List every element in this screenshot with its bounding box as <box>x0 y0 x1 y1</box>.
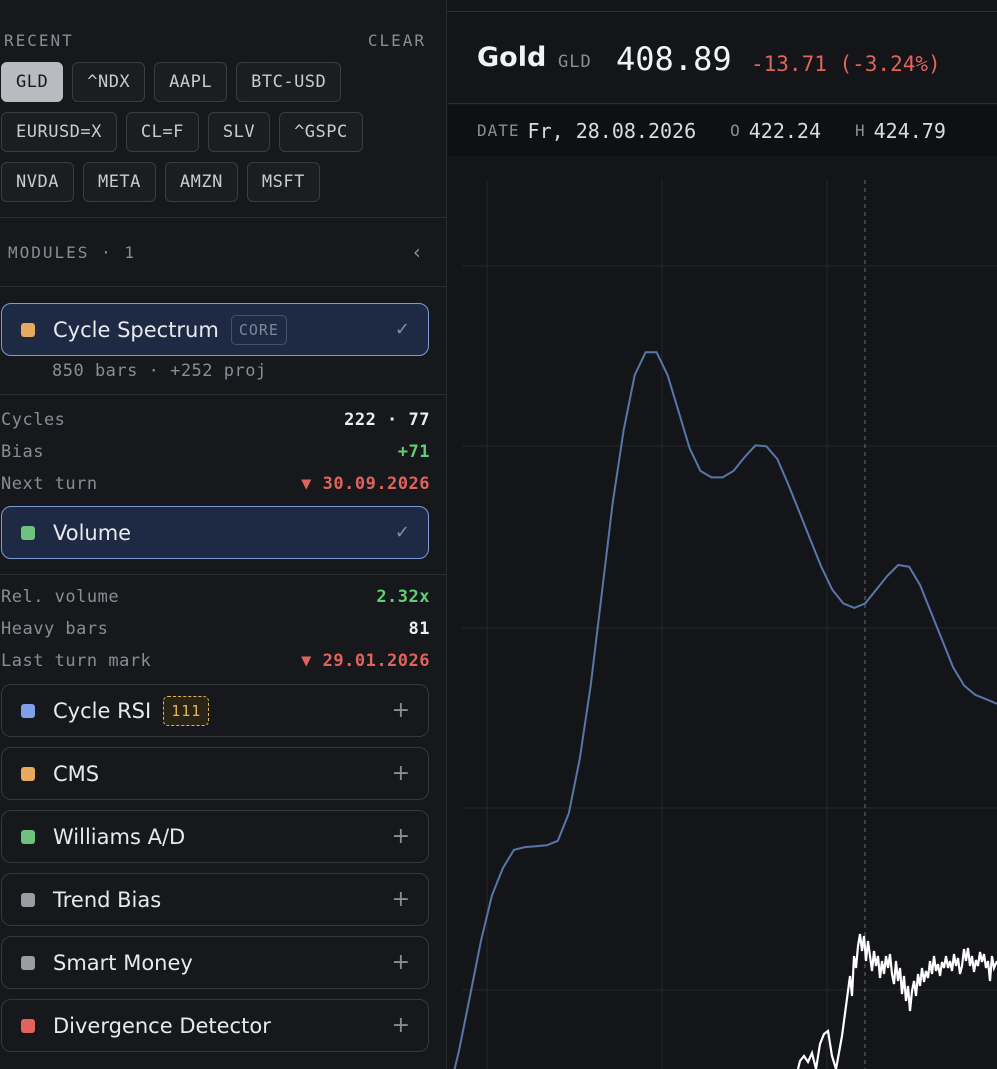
stat-label: Last turn mark <box>1 651 152 671</box>
recent-symbols: GLD ^NDX AAPL BTC-USD EURUSD=X CL=F SLV ^GSPC NV… <box>1 62 441 212</box>
stat-value: 2.32x <box>376 587 430 607</box>
price-chart[interactable] <box>448 156 997 1069</box>
color-swatch <box>21 525 35 540</box>
symbol-chip-slv[interactable]: SLV <box>207 112 271 152</box>
stat-value: 81 <box>408 619 430 639</box>
symbol-chip-btcusd[interactable]: BTC-USD <box>236 62 342 102</box>
add-icon[interactable]: + <box>392 887 410 912</box>
stat-value: ▼ 30.09.2026 <box>301 474 430 494</box>
symbol-chip-aapl[interactable]: AAPL <box>154 62 228 102</box>
chip-row: NVDA META AMZN MSFT <box>1 162 441 202</box>
symbol-chip-nvda[interactable]: NVDA <box>1 162 74 202</box>
count-badge: 111 <box>163 695 210 726</box>
color-swatch <box>21 766 35 781</box>
module-cycle-rsi[interactable]: Cycle RSI 111 + <box>1 684 429 737</box>
price-line <box>796 933 997 1069</box>
color-swatch <box>21 829 35 844</box>
symbol-chip-ndx[interactable]: ^NDX <box>72 62 146 102</box>
recent-header: RECENT CLEAR <box>4 30 426 50</box>
stat-row: Heavy bars 81 <box>1 617 430 641</box>
stat-row: Last turn mark ▼ 29.01.2026 <box>1 649 430 673</box>
stat-value: ▼ 29.01.2026 <box>301 651 430 671</box>
add-icon[interactable]: + <box>392 824 410 849</box>
high-label: H <box>855 121 866 140</box>
symbol-chip-clf[interactable]: CL=F <box>125 112 199 152</box>
divider <box>0 217 446 218</box>
recent-title: RECENT <box>4 30 74 50</box>
module-cycle-spectrum[interactable]: Cycle Spectrum CORE ✓ <box>1 303 429 356</box>
stat-label: Cycles <box>1 410 66 430</box>
color-swatch <box>21 955 35 970</box>
ohlc-bar: DATE Fr, 28.08.2026 O 422.24 H 424.79 <box>448 105 997 156</box>
module-name: Trend Bias <box>53 887 162 912</box>
chevron-left-icon[interactable]: ‹ <box>411 240 423 264</box>
divider <box>0 394 446 395</box>
module-name: Cycle Spectrum <box>53 317 219 342</box>
stat-row: Rel. volume 2.32x <box>1 585 430 609</box>
chip-row: GLD ^NDX AAPL BTC-USD <box>1 62 441 102</box>
chart-grid <box>462 180 997 1069</box>
check-icon[interactable]: ✓ <box>395 522 410 543</box>
module-cms[interactable]: CMS + <box>1 747 429 800</box>
instrument-price: 408.89 <box>616 40 732 78</box>
module-williams-a-d[interactable]: Williams A/D + <box>1 810 429 863</box>
open-value: 422.24 <box>748 118 821 143</box>
stat-label: Heavy bars <box>1 619 109 639</box>
module-divergence-detector[interactable]: Divergence Detector + <box>1 999 429 1052</box>
color-swatch <box>21 892 35 907</box>
add-icon[interactable]: + <box>392 1013 410 1038</box>
core-badge: CORE <box>230 314 287 345</box>
cycle-spectrum-line <box>453 351 997 1069</box>
symbol-chip-amzn[interactable]: AMZN <box>164 162 238 202</box>
module-volume[interactable]: Volume ✓ <box>1 506 429 559</box>
stat-row: Next turn ▼ 30.09.2026 <box>1 472 430 496</box>
date-value: Fr, 28.08.2026 <box>527 118 697 143</box>
instrument-symbol: GLD <box>558 52 592 72</box>
color-swatch <box>21 1018 35 1033</box>
check-icon[interactable]: ✓ <box>395 319 410 340</box>
clear-recent-button[interactable]: CLEAR <box>368 31 426 50</box>
chip-row: EURUSD=X CL=F SLV ^GSPC <box>1 112 441 152</box>
stat-label: Bias <box>1 442 44 462</box>
symbol-chip-gld[interactable]: GLD <box>1 62 64 102</box>
add-icon[interactable]: + <box>392 698 410 723</box>
color-swatch <box>21 703 35 718</box>
divider <box>0 574 446 575</box>
modules-title: MODULES · 1 <box>8 242 136 262</box>
date-label: DATE <box>477 121 520 140</box>
module-smart-money[interactable]: Smart Money + <box>1 936 429 989</box>
stat-label: Rel. volume <box>1 587 120 607</box>
module-trend-bias[interactable]: Trend Bias + <box>1 873 429 926</box>
stat-value: +71 <box>397 442 430 462</box>
instrument-change: -13.71 (-3.24%) <box>751 52 941 76</box>
open-label: O <box>730 121 741 140</box>
high-value: 424.79 <box>873 118 946 143</box>
add-icon[interactable]: + <box>392 761 410 786</box>
module-name: Cycle RSI <box>53 698 152 723</box>
symbol-chip-meta[interactable]: META <box>82 162 156 202</box>
add-icon[interactable]: + <box>392 950 410 975</box>
stat-row: Bias +71 <box>1 440 430 464</box>
stat-row: Cycles 222 · 77 <box>1 408 430 432</box>
symbol-chip-gspc[interactable]: ^GSPC <box>279 112 363 152</box>
symbol-chip-msft[interactable]: MSFT <box>246 162 320 202</box>
instrument-header: Gold GLD 408.89 -13.71 (-3.24%) <box>448 12 997 104</box>
sidebar: RECENT CLEAR GLD ^NDX AAPL BTC-USD EURUSD=X C… <box>0 0 447 1069</box>
modules-header: MODULES · 1 ‹ <box>8 240 423 264</box>
module-name: Volume <box>53 520 132 545</box>
stat-value: 222 · 77 <box>344 410 430 430</box>
module-name: CMS <box>53 761 100 786</box>
instrument-name: Gold <box>477 42 547 73</box>
symbol-chip-eurusdx[interactable]: EURUSD=X <box>1 112 117 152</box>
stat-label: Next turn <box>1 474 98 494</box>
color-swatch <box>21 322 35 337</box>
module-name: Divergence Detector <box>53 1013 271 1038</box>
module-name: Williams A/D <box>53 824 186 849</box>
module-name: Smart Money <box>53 950 193 975</box>
divider <box>0 286 446 287</box>
module-subline: 850 bars · +252 proj <box>52 361 267 381</box>
